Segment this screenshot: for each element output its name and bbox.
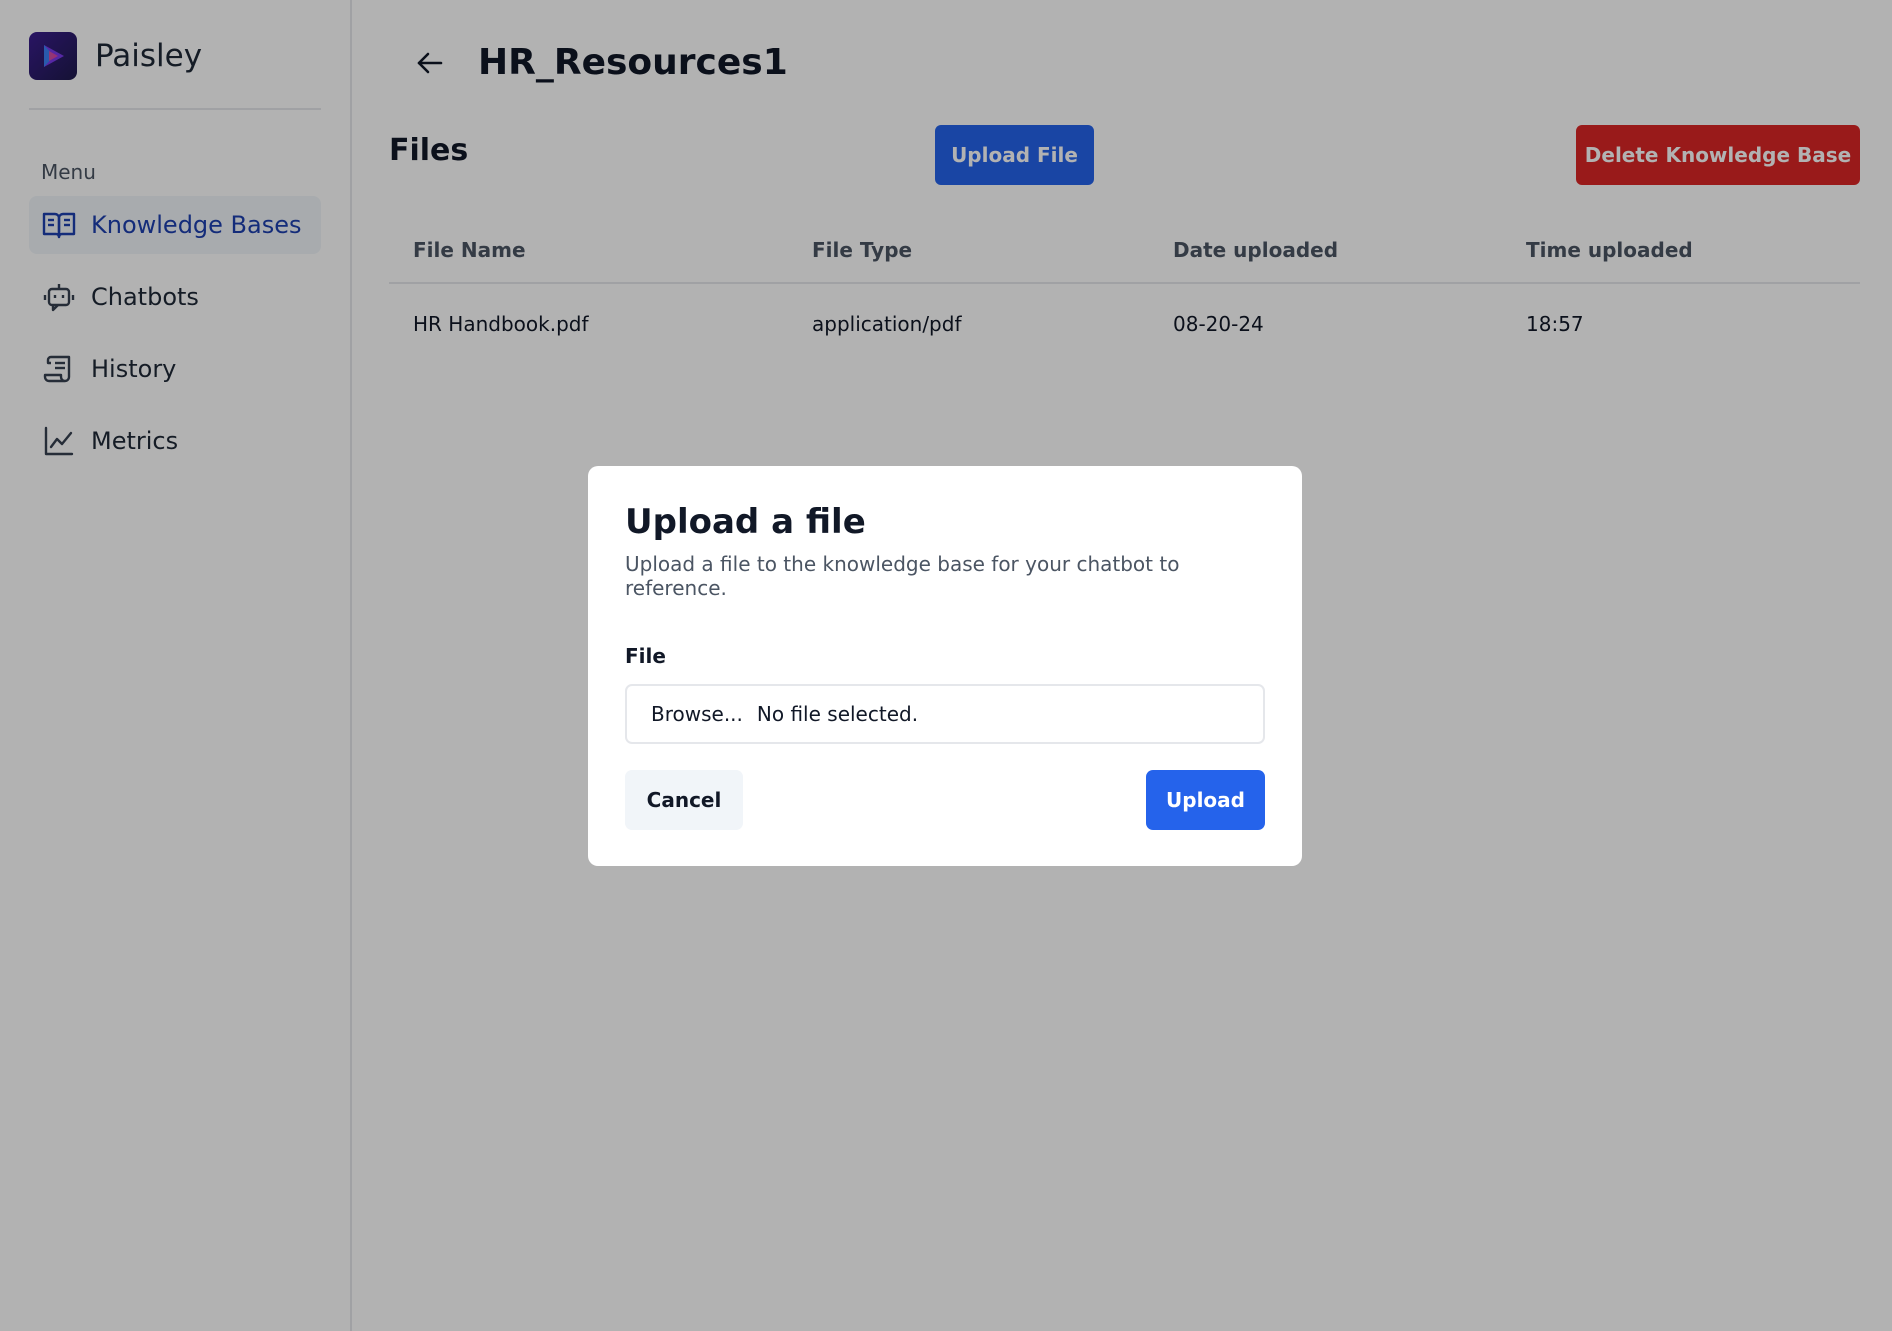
upload-button[interactable]: Upload (1146, 770, 1265, 830)
dialog-description: Upload a file to the knowledge base for … (625, 552, 1180, 600)
dialog-title: Upload a file (625, 502, 866, 542)
upload-file-dialog: Upload a file Upload a file to the knowl… (588, 466, 1302, 866)
file-status-text: No file selected. (756, 702, 919, 726)
dialog-actions: Cancel Upload (625, 770, 1265, 830)
file-input[interactable]: Browse... No file selected. (625, 684, 1265, 744)
app-root: Paisley Menu Knowledge Bases Chatbots Hi… (0, 0, 1892, 1331)
browse-button[interactable]: Browse... (651, 702, 743, 726)
cancel-button[interactable]: Cancel (625, 770, 743, 830)
file-field-label: File (625, 644, 666, 668)
